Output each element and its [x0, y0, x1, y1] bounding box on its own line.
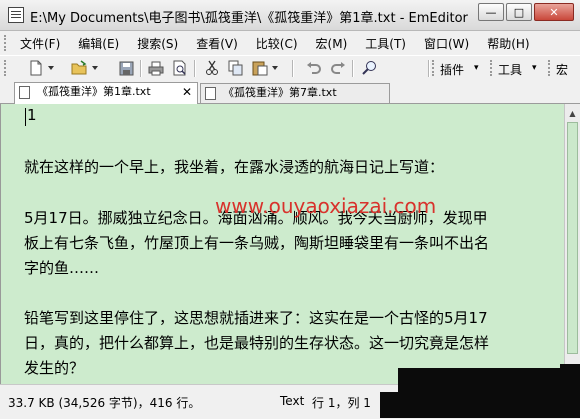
redaction-block [560, 364, 580, 380]
paste-dropdown-icon[interactable] [270, 59, 280, 77]
plugins-toolbar-label[interactable]: 插件 [440, 61, 464, 78]
toolbar: 插件 ▾ 工具 ▾ 宏 [0, 55, 580, 82]
tools-toolbar-label[interactable]: 工具 [498, 61, 522, 78]
tab-label: 《孤筏重洋》第1章.txt [37, 85, 151, 98]
vertical-scrollbar[interactable]: ▲ ▼ [564, 104, 580, 384]
menu-help[interactable]: 帮助(H) [487, 35, 529, 52]
text-cursor [25, 108, 26, 126]
editor-line: 铅笔写到这里停住了，这思想就插进来了：这实在是一个古怪的5月17 [24, 309, 488, 327]
toolbar-separator [194, 60, 196, 77]
editor-line: 1 [27, 106, 37, 124]
toolbar-separator [428, 60, 430, 77]
text-editor[interactable]: 1 就在这样的一个早上，我坐着，在露水浸透的航海日记上写道： 5月17日。挪威独… [0, 104, 564, 384]
macro-toolbar-label[interactable]: 宏 [556, 61, 568, 78]
tools-grip[interactable] [490, 60, 496, 76]
maximize-button[interactable]: □ [506, 3, 532, 21]
close-button[interactable]: ✕ [534, 3, 574, 21]
menu-edit[interactable]: 编辑(E) [78, 35, 119, 52]
redaction-block [380, 392, 410, 418]
undo-icon[interactable] [304, 59, 324, 77]
menu-macro[interactable]: 宏(M) [316, 35, 348, 52]
open-dropdown-icon[interactable] [90, 59, 100, 77]
editor-line: 板上有七条飞鱼，竹屋顶上有一条乌贼，陶斯坦睡袋里有一条叫不出名 [24, 234, 490, 252]
cut-icon[interactable] [202, 59, 222, 77]
file-size-status: 33.7 KB (34,526 字节)，416 行。 [8, 396, 201, 410]
paste-icon[interactable] [250, 59, 270, 77]
document-tab-bar: 《孤筏重洋》第1章.txt ✕ 《孤筏重洋》第7章.txt [0, 81, 580, 104]
window-title: E:\My Documents\电子图书\孤筏重洋\《孤筏重洋》第1章.txt … [30, 11, 468, 26]
editor-line: 就在这样的一个早上，我坐着，在露水浸透的航海日记上写道： [24, 158, 445, 176]
app-icon [8, 7, 24, 23]
plugins-dropdown-icon[interactable]: ▾ [474, 63, 479, 73]
editor-line: 字的鱼…… [24, 259, 100, 277]
tab-chapter-1[interactable]: 《孤筏重洋》第1章.txt ✕ [14, 82, 198, 104]
redo-icon[interactable] [328, 59, 348, 77]
cursor-position-status: 行 1，列 1 [312, 396, 371, 410]
menu-bar: 文件(F) 编辑(E) 搜索(S) 查看(V) 比较(C) 宏(M) 工具(T)… [0, 31, 580, 55]
find-icon[interactable] [360, 59, 380, 77]
menu-file[interactable]: 文件(F) [20, 35, 60, 52]
macro-grip[interactable] [548, 60, 554, 76]
print-preview-icon[interactable] [170, 59, 190, 77]
scroll-thumb[interactable] [567, 122, 578, 354]
menubar-grip[interactable] [4, 35, 10, 51]
tab-label: 《孤筏重洋》第7章.txt [223, 86, 337, 99]
scroll-up-icon[interactable]: ▲ [566, 106, 579, 120]
menu-window[interactable]: 窗口(W) [424, 35, 469, 52]
redaction-block [398, 368, 580, 418]
watermark: www.ouyaoxiazai.com [215, 194, 437, 218]
print-icon[interactable] [146, 59, 166, 77]
save-icon[interactable] [116, 59, 136, 77]
menu-compare[interactable]: 比较(C) [256, 35, 298, 52]
text-document-icon [19, 86, 30, 99]
tab-close-icon[interactable]: ✕ [182, 83, 192, 101]
open-folder-icon[interactable] [70, 59, 90, 77]
menu-search[interactable]: 搜索(S) [137, 35, 178, 52]
minimize-button[interactable]: — [478, 3, 504, 21]
toolbar-separator [292, 60, 294, 77]
toolbar-separator [140, 60, 142, 77]
text-document-icon [205, 87, 216, 100]
menu-tools[interactable]: 工具(T) [365, 35, 406, 52]
plugins-grip[interactable] [432, 60, 438, 76]
tab-chapter-7[interactable]: 《孤筏重洋》第7章.txt [200, 83, 390, 103]
menu-view[interactable]: 查看(V) [196, 35, 238, 52]
mode-status: Text [280, 394, 305, 408]
copy-icon[interactable] [226, 59, 246, 77]
toolbar-separator [352, 60, 354, 77]
editor-line: 日，真的，把什么都算上，也是最特别的生存状态。这一切究竟是怎样 [24, 334, 490, 352]
tools-dropdown-icon[interactable]: ▾ [532, 63, 537, 73]
new-dropdown-icon[interactable] [46, 59, 56, 77]
toolbar-grip[interactable] [4, 60, 10, 76]
editor-line: 发生的？ [24, 359, 85, 377]
new-file-icon[interactable] [26, 59, 46, 77]
title-bar: E:\My Documents\电子图书\孤筏重洋\《孤筏重洋》第1章.txt … [0, 0, 580, 31]
